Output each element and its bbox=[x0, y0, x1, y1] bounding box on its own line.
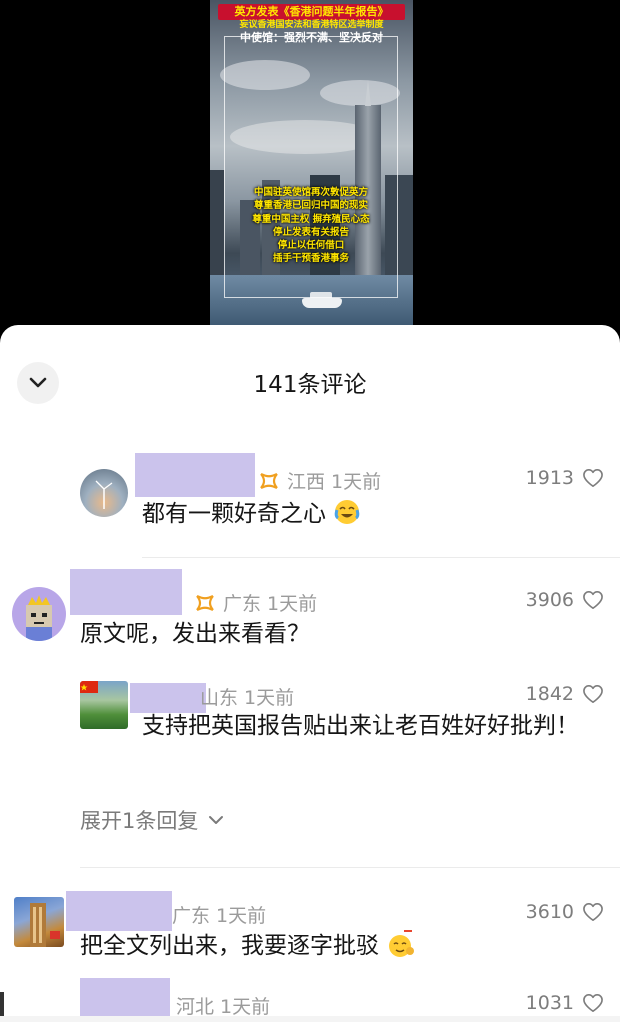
comment-sheet-header: 141条评论 bbox=[0, 325, 620, 435]
video-headline-line1: 英方发表《香港问题半年报告》 bbox=[218, 4, 405, 20]
video-headline-line2: 妄议香港国安法和香港特区选举制度 bbox=[239, 19, 384, 30]
expand-replies-button[interactable]: 展开1条回复 bbox=[80, 805, 224, 835]
comment-text: 把全文列出来，我要逐字批驳 bbox=[80, 929, 416, 965]
pixel-character-icon bbox=[26, 595, 52, 641]
windmill-icon bbox=[95, 480, 113, 509]
comment-meta: 河北 1天前 bbox=[176, 992, 270, 1019]
video-player[interactable]: 英方发表《香港问题半年报告》 妄议香港国安法和香港特区选举制度 中使馆：强烈不满… bbox=[0, 0, 620, 330]
comment-location-time: 广东 1天前 bbox=[223, 593, 318, 615]
like-button[interactable]: 1913 bbox=[526, 467, 604, 489]
comment-item: 广东 1天前 3610 把全文列出来，我要逐字批驳 bbox=[0, 877, 620, 972]
comment-item: 江西 1天前 1913 都有一颗好奇之心 bbox=[0, 445, 620, 555]
video-thumbnail[interactable]: 英方发表《香港问题半年报告》 妄议香港国安法和香港特区选举制度 中使馆：强烈不满… bbox=[210, 0, 413, 325]
comment-sheet: 141条评论 江西 1天前 1913 都有一颗好奇之心 广东 1天前 3906 … bbox=[0, 325, 620, 1022]
video-caption: 中国驻英使馆再次敦促英方 尊重香港已回归中国的现实 尊重中国主权 摒弃殖民心态 … bbox=[224, 186, 398, 266]
heart-icon bbox=[583, 903, 603, 921]
comment-text: 都有一颗好奇之心 bbox=[142, 497, 361, 533]
reply-text: 支持把英国报告贴出来让老百姓好好批判！ bbox=[142, 713, 579, 739]
flag-landscape-icon bbox=[80, 681, 98, 693]
comment-divider bbox=[142, 557, 620, 558]
comment-text-content: 都有一颗好奇之心 bbox=[142, 501, 326, 527]
username-redacted[interactable] bbox=[135, 453, 255, 497]
boat bbox=[302, 298, 342, 308]
building-photo-icon bbox=[30, 903, 60, 947]
fan-badge-icon bbox=[196, 594, 214, 611]
comment-count-title: 141条评论 bbox=[253, 372, 367, 398]
heart-icon bbox=[583, 994, 603, 1012]
like-button[interactable]: 1842 bbox=[526, 683, 604, 705]
like-count: 1842 bbox=[525, 683, 574, 705]
like-count: 1031 bbox=[525, 992, 574, 1014]
video-caption-line: 尊重中国主权 摒弃殖民心态 bbox=[252, 213, 370, 225]
avatar[interactable] bbox=[14, 897, 64, 947]
comment-location-time: 广东 1天前 bbox=[172, 905, 267, 927]
avatar[interactable] bbox=[80, 469, 128, 517]
heart-icon bbox=[583, 685, 603, 703]
avatar[interactable] bbox=[12, 587, 66, 641]
like-count: 3906 bbox=[525, 589, 574, 611]
building bbox=[210, 170, 224, 275]
video-caption-line: 停止以任何借口 bbox=[277, 240, 345, 252]
comment-location-time: 河北 1天前 bbox=[176, 996, 271, 1018]
comment-text-content: 把全文列出来，我要逐字批驳 bbox=[80, 933, 379, 959]
fan-badge-icon bbox=[260, 472, 278, 489]
like-button[interactable]: 3610 bbox=[526, 901, 604, 923]
video-caption-line: 插手干预香港事务 bbox=[272, 253, 349, 265]
video-caption-line: 中国驻英使馆再次敦促英方 bbox=[253, 187, 368, 198]
crying-laughing-emoji-icon bbox=[335, 500, 360, 524]
666-emoji-icon bbox=[389, 930, 415, 957]
video-caption-line: 尊重香港已回归中国的现实 bbox=[253, 200, 368, 212]
heart-icon bbox=[583, 469, 603, 487]
comment-text: 原文呢，发出来看看？ bbox=[80, 621, 310, 647]
expand-replies-label: 展开1条回复 bbox=[80, 809, 199, 833]
sheet-bottom-edge bbox=[0, 1016, 620, 1022]
like-count: 3610 bbox=[525, 901, 574, 923]
like-button[interactable]: 3906 bbox=[526, 589, 604, 611]
comment-location-time: 江西 1天前 bbox=[287, 471, 382, 493]
video-headline-line3: 中使馆：强烈不满、坚决反对 bbox=[240, 31, 383, 44]
comment-item: 河北 1天前 1031 bbox=[0, 970, 620, 1022]
like-count: 1913 bbox=[525, 467, 574, 489]
reply-meta: 山东 1天前 bbox=[200, 683, 294, 710]
comment-meta: 江西 1天前 bbox=[257, 467, 381, 494]
like-button[interactable]: 1031 bbox=[526, 992, 604, 1014]
chevron-down-icon bbox=[209, 816, 224, 824]
avatar[interactable] bbox=[80, 681, 128, 729]
reply-location-time: 山东 1天前 bbox=[200, 687, 295, 709]
comment-meta: 广东 1天前 bbox=[193, 589, 317, 616]
comment-meta: 广东 1天前 bbox=[172, 901, 266, 928]
username-redacted[interactable] bbox=[70, 569, 182, 615]
comment-divider bbox=[80, 867, 620, 868]
video-headline: 英方发表《香港问题半年报告》 妄议香港国安法和香港特区选举制度 中使馆：强烈不满… bbox=[218, 4, 405, 45]
comment-item: 广东 1天前 3906 原文呢，发出来看看？ 山东 1天前 1842 支持把英国 bbox=[0, 565, 620, 865]
heart-icon bbox=[583, 591, 603, 609]
username-redacted[interactable] bbox=[66, 891, 172, 931]
video-caption-line: 停止发表有关报告 bbox=[272, 226, 349, 238]
